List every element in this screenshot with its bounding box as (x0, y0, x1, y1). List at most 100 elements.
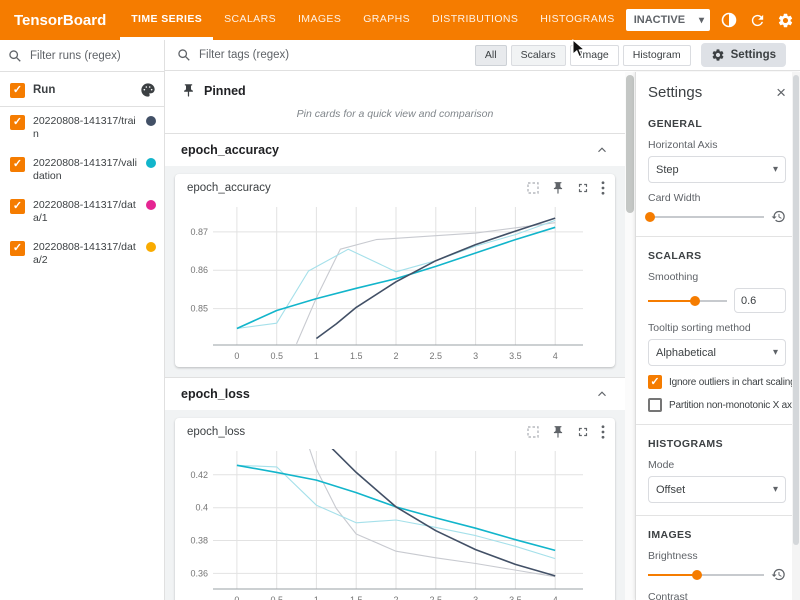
more-options-icon[interactable] (601, 425, 605, 439)
section-header-epoch-accuracy[interactable]: epoch_accuracy (165, 134, 625, 166)
filter-runs-input[interactable] (28, 49, 152, 63)
run-row-train[interactable]: ✓ 20220808-141317/train (0, 107, 164, 149)
fit-to-data-icon[interactable] (526, 425, 540, 439)
smoothing-row: 0.6 (648, 288, 786, 313)
tab-histograms[interactable]: HISTOGRAMS (529, 0, 625, 40)
brightness-label: Brightness (648, 550, 786, 562)
refresh-icon[interactable] (748, 11, 766, 29)
select-all-runs-checkbox[interactable]: ✓ (10, 83, 25, 98)
pin-card-icon[interactable] (551, 181, 565, 195)
run-label: 20220808-141317/data/1 (33, 199, 138, 225)
tooltip-sort-select[interactable]: Alphabetical ▾ (648, 339, 786, 366)
status-value: INACTIVE (634, 14, 685, 26)
chevron-down-icon: ▾ (699, 15, 704, 26)
horizontal-axis-select[interactable]: Step ▾ (648, 156, 786, 183)
divider (636, 424, 800, 425)
run-checkbox[interactable]: ✓ (10, 157, 25, 172)
pinned-empty-hint: Pin cards for a quick view and compariso… (165, 102, 625, 133)
section-header-epoch-loss[interactable]: epoch_loss (165, 378, 625, 410)
chevron-down-icon: ▾ (773, 347, 778, 358)
svg-text:2.5: 2.5 (430, 595, 443, 600)
ignore-outliers-checkbox[interactable]: ✓ (648, 375, 662, 389)
svg-text:0.5: 0.5 (270, 595, 283, 600)
svg-text:4: 4 (553, 595, 558, 600)
chevron-up-icon[interactable] (595, 387, 609, 401)
ignore-outliers-label: Ignore outliers in chart scaling (669, 377, 795, 388)
gear-icon[interactable] (776, 11, 794, 29)
search-icon (8, 49, 22, 63)
svg-text:0.38: 0.38 (190, 536, 208, 546)
smoothing-value-input[interactable]: 0.6 (734, 288, 786, 313)
chip-histogram[interactable]: Histogram (623, 45, 691, 66)
cards-area: Pinned Pin cards for a quick view and co… (165, 72, 625, 600)
scalar-card-epoch-accuracy: epoch_accuracy 00.511.522.533.540.850.86… (175, 174, 615, 367)
svg-text:1: 1 (314, 595, 319, 600)
run-color-dot (146, 158, 156, 168)
palette-icon[interactable] (140, 82, 156, 98)
chip-all[interactable]: All (475, 45, 507, 66)
scalar-card-epoch-loss: epoch_loss 00.511.522.533.540.360.380.40… (175, 418, 615, 600)
partition-x-checkbox[interactable]: ✓ (648, 398, 662, 412)
run-checkbox[interactable]: ✓ (10, 115, 25, 130)
brightness-slider[interactable] (648, 568, 764, 582)
tab-images[interactable]: IMAGES (287, 0, 352, 40)
theme-toggle-icon[interactable] (720, 11, 738, 29)
fullscreen-icon[interactable] (576, 425, 590, 439)
epoch-loss-chart[interactable]: 00.511.522.533.540.360.380.40.42 (175, 441, 599, 600)
pin-card-icon[interactable] (551, 425, 565, 439)
chevron-up-icon[interactable] (595, 143, 609, 157)
chip-image[interactable]: Image (570, 45, 619, 66)
histograms-heading: HISTOGRAMS (648, 438, 786, 450)
top-nav: TIME SERIES SCALARS IMAGES GRAPHS DISTRI… (120, 0, 625, 40)
reset-icon[interactable] (771, 209, 786, 224)
chip-scalars[interactable]: Scalars (511, 45, 566, 66)
mode-label: Mode (648, 459, 786, 471)
card-header: epoch_loss (175, 418, 615, 441)
close-icon[interactable]: × (776, 84, 786, 101)
fullscreen-icon[interactable] (576, 181, 590, 195)
tab-scalars[interactable]: SCALARS (213, 0, 287, 40)
partition-x-label: Partition non-monotonic X axis (669, 400, 799, 411)
settings-panel: Settings × GENERAL Horizontal Axis Step … (635, 72, 800, 600)
section-title: epoch_loss (181, 387, 250, 401)
scalars-heading: SCALARS (648, 250, 786, 262)
svg-text:0.87: 0.87 (190, 227, 208, 237)
brightness-row (648, 567, 786, 582)
section-epoch-accuracy: epoch_accuracy epoch_accuracy 00.511.522… (165, 133, 625, 377)
scrollbar-thumb[interactable] (793, 75, 799, 545)
pin-icon (181, 83, 196, 98)
reset-icon[interactable] (771, 567, 786, 582)
settings-button[interactable]: Settings (701, 43, 786, 67)
fit-to-data-icon[interactable] (526, 181, 540, 195)
smoothing-slider[interactable] (648, 294, 727, 308)
svg-text:0.4: 0.4 (195, 503, 208, 513)
run-row-data1[interactable]: ✓ 20220808-141317/data/1 (0, 191, 164, 233)
run-checkbox[interactable]: ✓ (10, 241, 25, 256)
svg-text:0: 0 (234, 595, 239, 600)
run-row-data2[interactable]: ✓ 20220808-141317/data/2 (0, 233, 164, 275)
section-epoch-loss: epoch_loss epoch_loss 00.511.522.533.540… (165, 377, 625, 600)
run-row-validation[interactable]: ✓ 20220808-141317/validation (0, 149, 164, 191)
settings-button-label: Settings (731, 49, 776, 61)
gear-icon (711, 48, 725, 62)
scrollbar-thumb[interactable] (626, 75, 634, 213)
section-body: epoch_loss 00.511.522.533.540.360.380.40… (165, 410, 625, 600)
filter-tags-input[interactable] (197, 48, 321, 62)
tab-time-series[interactable]: TIME SERIES (120, 0, 213, 40)
smoothing-label: Smoothing (648, 271, 786, 283)
tab-distributions[interactable]: DISTRIBUTIONS (421, 0, 529, 40)
svg-text:0.36: 0.36 (190, 568, 208, 578)
card-actions (526, 181, 605, 195)
chevron-down-icon: ▾ (773, 484, 778, 495)
main-scrollbar[interactable] (625, 72, 635, 600)
settings-scrollbar[interactable] (792, 72, 800, 600)
data-status-dropdown[interactable]: INACTIVE ▾ (626, 9, 710, 31)
epoch-accuracy-chart[interactable]: 00.511.522.533.540.850.860.87 (175, 197, 599, 367)
card-width-slider[interactable] (648, 210, 764, 224)
tab-graphs[interactable]: GRAPHS (352, 0, 421, 40)
more-options-icon[interactable] (601, 181, 605, 195)
images-heading: IMAGES (648, 529, 786, 541)
run-checkbox[interactable]: ✓ (10, 199, 25, 214)
histogram-mode-select[interactable]: Offset ▾ (648, 476, 786, 503)
divider (636, 515, 800, 516)
